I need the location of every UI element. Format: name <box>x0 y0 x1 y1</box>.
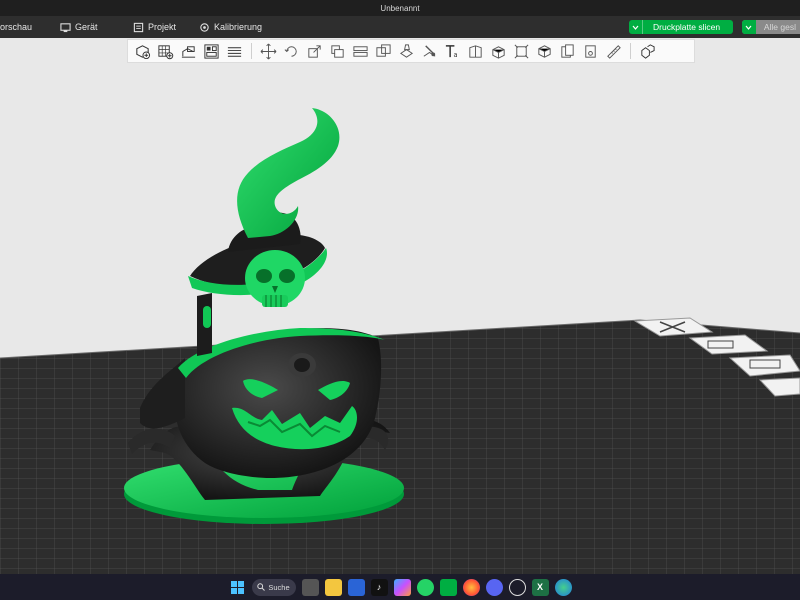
discord-icon[interactable] <box>485 578 503 596</box>
add-object-button[interactable] <box>132 41 153 62</box>
split-objects-icon <box>641 43 655 59</box>
search-label: Suche <box>268 582 290 592</box>
slice-all-label: Alle gesl <box>763 22 796 32</box>
tab-device[interactable]: Gerät <box>60 16 98 38</box>
slice-plate-label: Druckplatte slicen <box>653 22 721 32</box>
brim-ears-icon <box>585 44 596 58</box>
slice-plates-button[interactable] <box>224 41 245 62</box>
whatsapp-icon[interactable] <box>416 578 434 596</box>
assembly-icon <box>492 45 505 59</box>
object-toolbar: a <box>127 39 695 63</box>
assembly-button[interactable] <box>488 41 509 62</box>
measure-icon <box>469 44 482 58</box>
add-plate-icon <box>158 44 174 59</box>
tiktok-icon[interactable]: ♪ <box>370 578 388 596</box>
boolean-icon <box>376 43 391 57</box>
cube-button[interactable] <box>534 41 555 62</box>
auto-orient-button[interactable] <box>178 41 199 62</box>
cut-icon <box>353 45 368 57</box>
search-icon <box>257 583 266 591</box>
slice-plate-button[interactable]: Druckplatte slicen <box>629 20 733 34</box>
rotate-button[interactable] <box>281 41 302 62</box>
text-icon: a <box>445 44 458 59</box>
chevron-down-icon[interactable] <box>629 20 643 34</box>
windows-start-icon[interactable] <box>229 579 246 596</box>
scale-icon <box>308 44 321 58</box>
scale-button[interactable] <box>304 41 325 62</box>
cut-button[interactable] <box>350 41 371 62</box>
ruler-icon <box>607 44 621 59</box>
tab-project-label: Projekt <box>148 22 177 32</box>
support-paint-button[interactable] <box>396 41 417 62</box>
file-explorer-icon[interactable] <box>324 578 342 596</box>
auto-orient-icon <box>181 45 196 58</box>
bambu-studio-icon[interactable] <box>439 578 457 596</box>
seam-paint-icon <box>423 44 436 57</box>
store-icon[interactable] <box>347 578 365 596</box>
chevron-down-icon[interactable] <box>742 20 756 34</box>
variable-layer-button[interactable] <box>557 41 578 62</box>
brim-ears-button[interactable] <box>580 41 601 62</box>
arrange-button[interactable] <box>201 41 222 62</box>
seam-paint-button[interactable] <box>419 41 440 62</box>
split-objects-button[interactable] <box>637 41 658 62</box>
lay-on-face-icon <box>331 44 344 58</box>
lay-on-face-button[interactable] <box>327 41 348 62</box>
slice-all-button[interactable]: Alle gesl <box>742 20 800 34</box>
toolbar-divider <box>251 43 252 59</box>
slice-plates-icon <box>227 46 242 57</box>
variable-layer-icon <box>561 43 574 58</box>
toolbar-divider <box>630 43 631 59</box>
move-icon <box>260 43 277 59</box>
edge-icon[interactable] <box>554 578 572 596</box>
excel-icon[interactable]: X <box>531 578 549 596</box>
measure-button[interactable] <box>465 41 486 62</box>
taskbar-search[interactable]: Suche <box>251 578 296 596</box>
task-view-icon[interactable] <box>301 578 319 596</box>
add-plate-button[interactable] <box>155 41 176 62</box>
cube-icon <box>538 44 551 58</box>
fdm-icon <box>514 44 529 58</box>
support-paint-icon <box>399 43 414 58</box>
tab-project[interactable]: Projekt <box>133 16 176 38</box>
move-button[interactable] <box>258 41 279 62</box>
arrange-icon <box>204 43 219 59</box>
text-tool-button[interactable]: a <box>442 41 463 62</box>
title-bar: Unbenannt <box>0 0 800 16</box>
copilot-icon[interactable] <box>393 578 411 596</box>
device-icon <box>60 22 71 32</box>
calibration-icon <box>200 22 209 32</box>
fdm-button[interactable] <box>511 41 532 62</box>
rotate-icon <box>284 45 297 57</box>
add-object-icon <box>136 44 151 59</box>
project-icon <box>133 22 144 32</box>
tab-preview[interactable]: orschau <box>0 16 32 38</box>
firefox-icon[interactable] <box>462 578 480 596</box>
3d-viewport[interactable] <box>0 38 800 574</box>
chatgpt-icon[interactable] <box>508 578 526 596</box>
tab-calibration-label: Kalibrierung <box>214 22 263 32</box>
menu-bar: orschau Gerät Projekt Kalibrierung Druck… <box>0 16 800 38</box>
bambu-studio-window: Unbenannt orschau Gerät Projekt Kalibrie… <box>0 0 800 600</box>
svg-text:a: a <box>453 51 457 59</box>
tab-device-label: Gerät <box>75 22 98 32</box>
tab-calibration[interactable]: Kalibrierung <box>199 16 262 38</box>
ruler-button[interactable] <box>603 41 624 62</box>
tab-preview-label: orschau <box>0 22 33 32</box>
build-plate <box>0 319 800 574</box>
window-title: Unbenannt <box>380 3 420 13</box>
boolean-button[interactable] <box>373 41 394 62</box>
windows-taskbar: Suche ♪ X <box>0 574 800 600</box>
scene-canvas[interactable] <box>0 38 800 574</box>
